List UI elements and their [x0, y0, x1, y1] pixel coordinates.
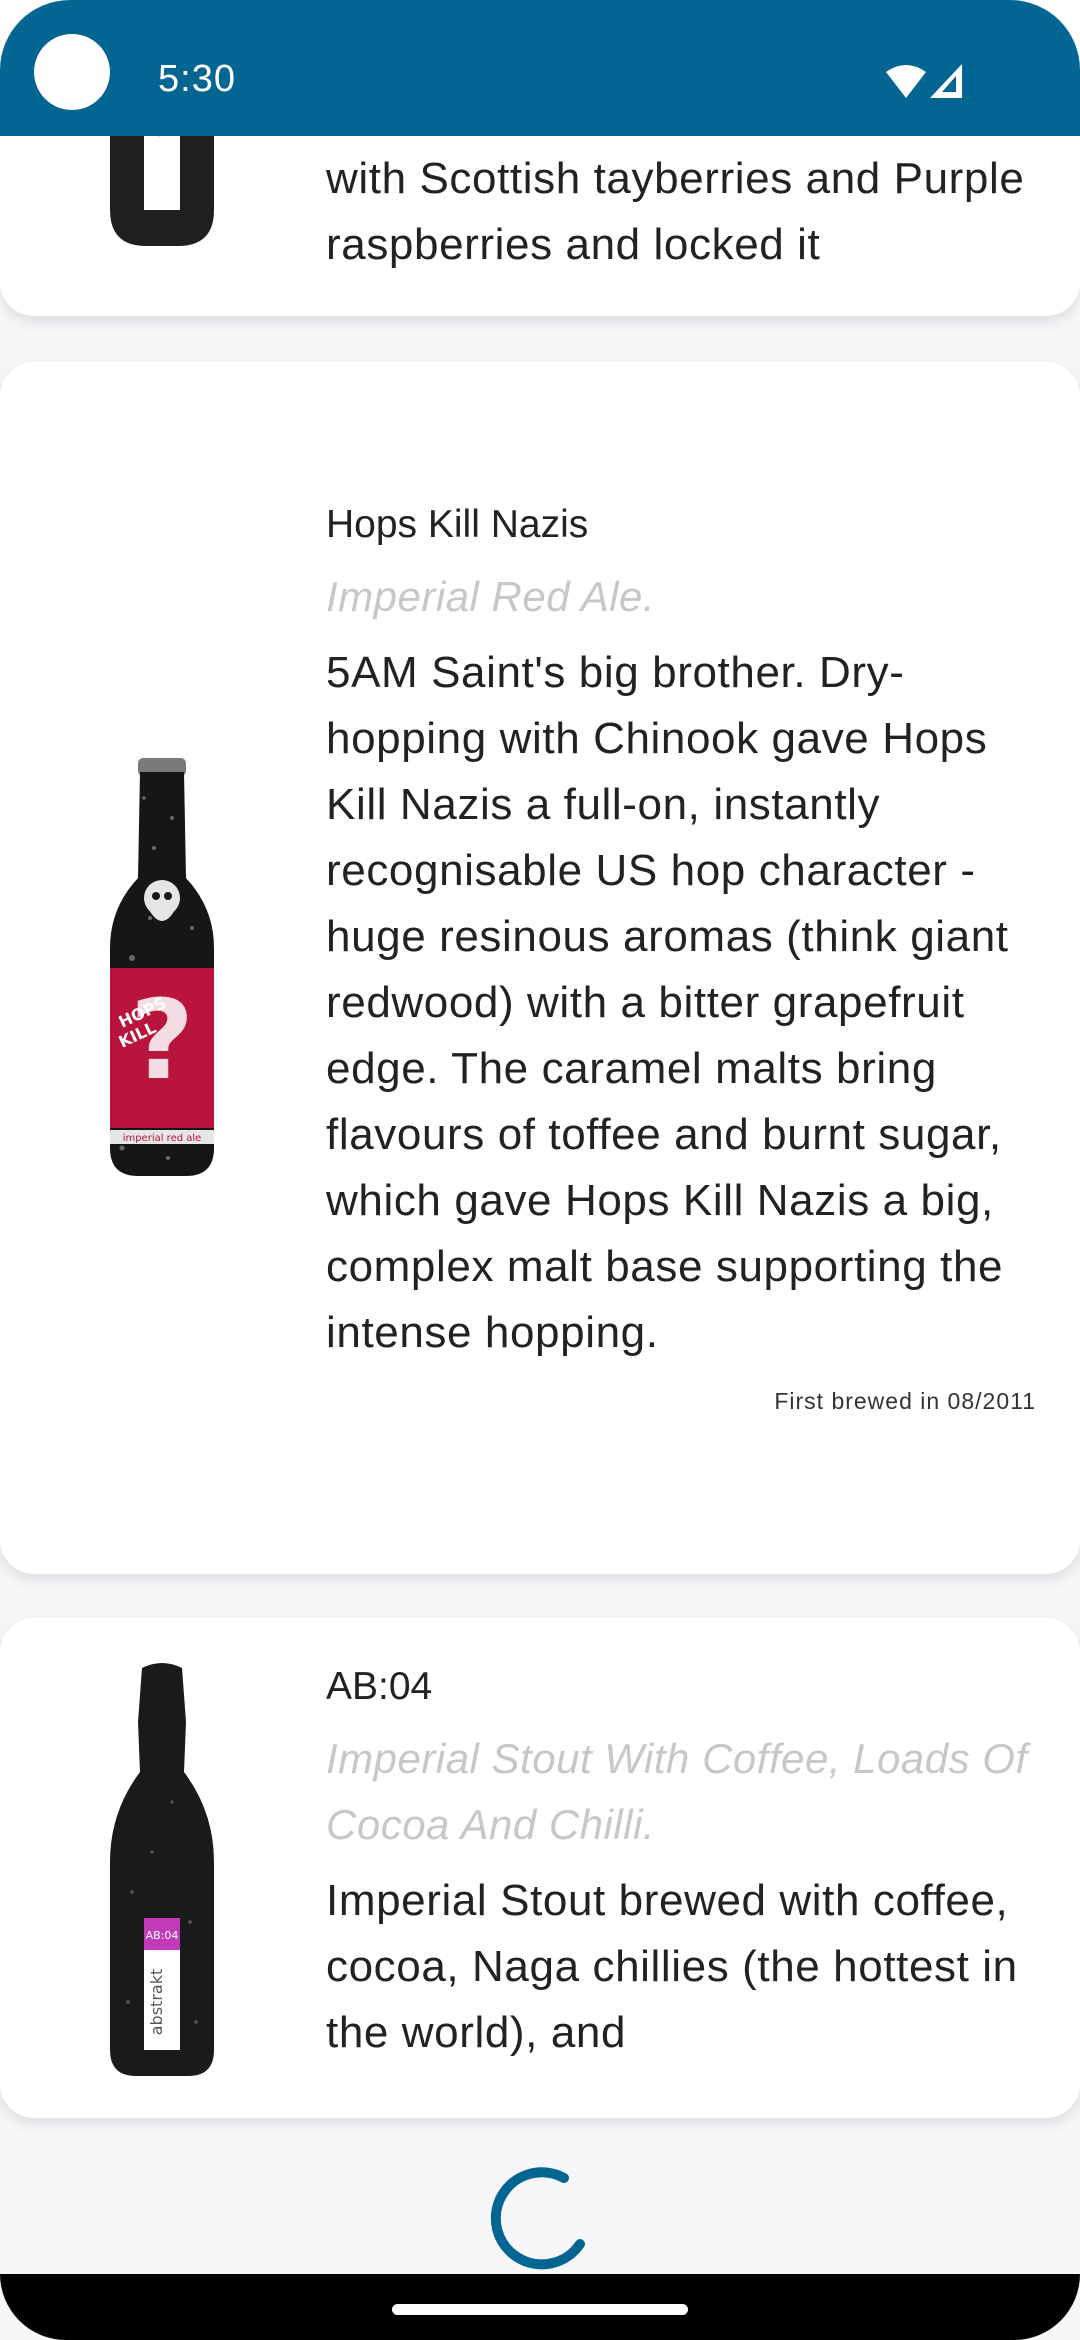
loading-spinner-icon	[490, 2167, 585, 2270]
beer-card[interactable]: ? HOPS KILL imperial red ale Hops Kill N…	[0, 362, 1080, 1574]
beer-tagline: Imperial Stout With Coffee, Loads Of Coc…	[326, 1735, 1028, 1848]
beer-bottle-image: ? HOPS KILL imperial red ale	[92, 758, 232, 1178]
wifi-icon	[886, 65, 926, 98]
first-brewed-date: First brewed in 08/2011	[774, 1388, 1036, 1414]
beer-description: 5AM Saint's big brother. Dry-hopping wit…	[326, 648, 1009, 1357]
beer-bottle-image: AB:04 abstrakt	[92, 1662, 232, 2082]
beer-name: Hops Kill Nazis	[326, 503, 589, 546]
beer-card[interactable]: AB:04 abstrakt AB:04 Imperial Stout With…	[0, 1618, 1080, 2118]
bottle-label-text: abstrakt	[147, 1969, 166, 2036]
beer-description: Imperial Stout brewed with coffee, cocoa…	[326, 1876, 1018, 2057]
status-icons	[886, 64, 962, 98]
cellular-signal-icon	[930, 64, 962, 98]
bottle-label-badge: AB:04	[146, 1929, 179, 1942]
home-gesture-handle[interactable]	[392, 2304, 688, 2315]
beer-tagline: Imperial Red Ale.	[326, 573, 656, 620]
status-time: 5:30	[158, 58, 236, 100]
beer-list-screen: abstrakt Brown Ale before we bombarded i…	[0, 0, 1080, 2340]
camera-cutout	[34, 34, 110, 110]
bottle-label-text: imperial red ale	[123, 1133, 202, 1144]
status-bar: 5:30	[0, 0, 1080, 136]
beer-name: AB:04	[326, 1665, 433, 1708]
